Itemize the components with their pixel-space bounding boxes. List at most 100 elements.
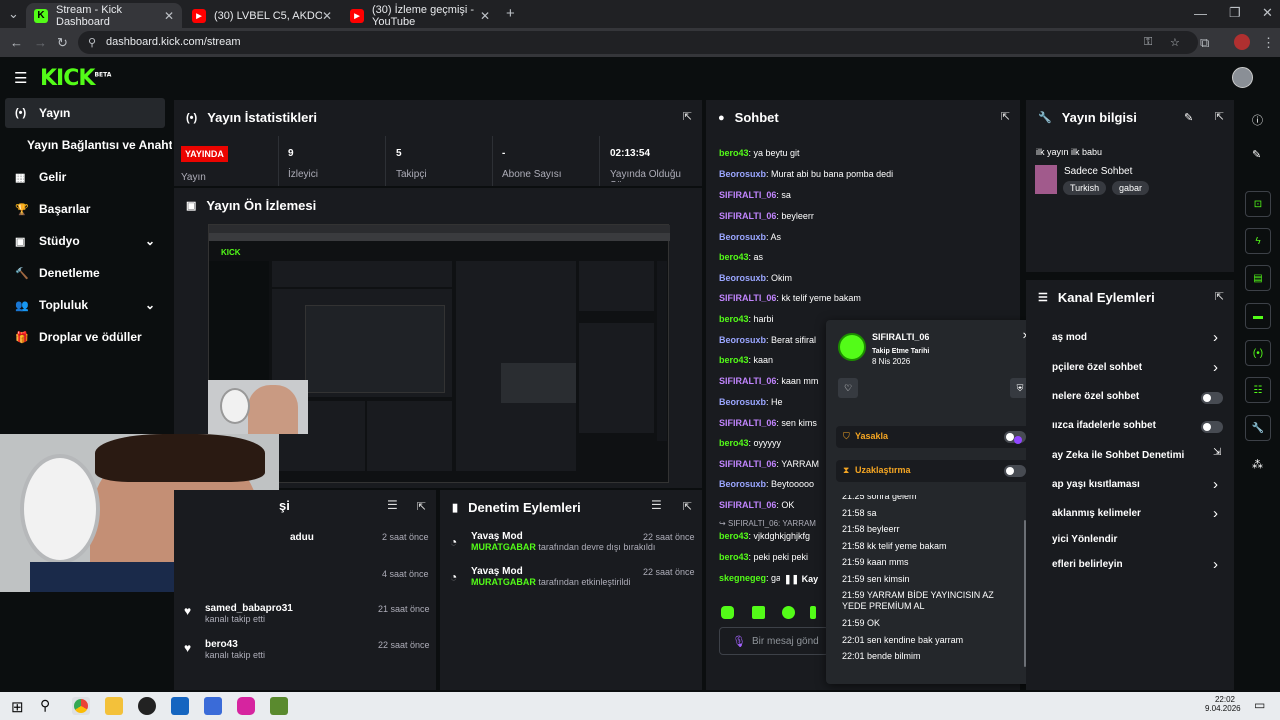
search-icon[interactable]: ⚲ — [40, 697, 50, 714]
toolbar-layout-icon[interactable]: ☷ — [1245, 377, 1271, 403]
user-avatar[interactable] — [1232, 67, 1253, 88]
channel-action-item[interactable]: pçilere özel sohbet — [1052, 362, 1142, 373]
popout-icon[interactable]: ⇱ — [683, 110, 692, 123]
sidebar-item-yayin[interactable]: (•) Yayın — [5, 98, 165, 128]
app-taskbar-icon[interactable] — [204, 697, 222, 715]
forward-icon[interactable]: → — [34, 35, 47, 50]
tab-youtube-1[interactable]: ▶ (30) LVBEL C5, AKDO - PEKİ PEK ✕ — [184, 3, 340, 28]
filter-icon[interactable]: ☰ — [387, 498, 398, 512]
hamburger-menu-icon[interactable]: ☰ — [14, 69, 27, 87]
tab-search-icon[interactable]: ⌄ — [8, 6, 19, 22]
address-bar[interactable]: ⚲ dashboard.kick.com/stream ⚿ ☆ — [78, 31, 1198, 54]
toolbar-chat-icon[interactable]: ▬ — [1245, 303, 1271, 329]
chat-username[interactable]: Beorosuxb — [719, 169, 766, 179]
user-card-username[interactable]: SIFIRALTI_06 — [872, 332, 929, 342]
channel-action-item[interactable]: yici Yönlendir — [1052, 534, 1117, 545]
emote-icon[interactable] — [721, 606, 734, 619]
minecraft-icon[interactable] — [270, 697, 288, 715]
tag-chip[interactable]: gabar — [1112, 181, 1150, 195]
chat-username[interactable]: SIFIRALTI_06 — [719, 500, 776, 510]
chat-username[interactable]: Beorosuxb — [719, 397, 766, 407]
reload-icon[interactable]: ↻ — [57, 35, 68, 51]
popout-icon[interactable]: ⇱ — [417, 500, 426, 513]
sidebar-item-gelir[interactable]: ▦ Gelir — [5, 162, 165, 192]
timeout-row[interactable]: ⧗ Uzaklaştırma — [836, 460, 1031, 482]
edit-pencil-icon[interactable]: ✎ — [1252, 148, 1261, 161]
toolbar-document-icon[interactable]: ▤ — [1245, 265, 1271, 291]
toolbar-broadcast-icon[interactable]: (•) — [1245, 340, 1271, 366]
chat-username[interactable]: bero43 — [719, 148, 749, 158]
channel-action-item[interactable]: aş mod — [1052, 332, 1087, 343]
browser-menu-icon[interactable]: ⋮ — [1262, 35, 1275, 51]
chat-username[interactable]: bero43 — [719, 531, 749, 541]
tag-chip[interactable]: Turkish — [1063, 181, 1107, 195]
extensions-icon[interactable]: ⧉ — [1200, 35, 1209, 51]
chat-username[interactable]: SIFIRALTI_06 — [719, 418, 776, 428]
file-explorer-icon[interactable] — [105, 697, 123, 715]
chat-username[interactable]: bero43 — [719, 438, 749, 448]
new-tab-icon[interactable]: + — [506, 5, 515, 22]
close-icon[interactable]: ✕ — [322, 9, 332, 23]
toolbar-lightning-icon[interactable]: ϟ — [1245, 228, 1271, 254]
chat-username[interactable]: SIFIRALTI_06 — [719, 293, 776, 303]
popout-icon[interactable]: ⇱ — [1215, 110, 1224, 123]
popout-icon[interactable]: ⇱ — [683, 500, 692, 513]
sidebar-item-basarilar[interactable]: 🏆 Başarılar — [5, 194, 165, 224]
notifications-icon[interactable]: ▭ — [1254, 698, 1265, 712]
toolbar-scan-icon[interactable]: ⊡ — [1245, 191, 1271, 217]
chat-username[interactable]: SIFIRALTI_06 — [719, 376, 776, 386]
site-info-icon[interactable]: ⚲ — [88, 36, 96, 49]
restore-icon[interactable]: ❐ — [1229, 5, 1241, 21]
profile-avatar[interactable] — [1234, 34, 1250, 50]
info-icon[interactable]: ⓘ — [1252, 112, 1263, 128]
chat-username[interactable]: Beorosuxb — [719, 273, 766, 283]
emote-icon[interactable] — [810, 606, 816, 619]
chat-username[interactable]: SIFIRALTI_06 — [719, 211, 776, 221]
close-icon[interactable]: ✕ — [164, 9, 174, 23]
popout-icon[interactable]: ⇱ — [1215, 290, 1224, 303]
close-icon[interactable]: ✕ — [480, 9, 490, 23]
more-options-icon[interactable]: ⁂ — [1252, 458, 1263, 471]
bookmark-star-icon[interactable]: ☆ — [1170, 36, 1180, 49]
window-close-icon[interactable]: ✕ — [1262, 5, 1273, 21]
windows-start-icon[interactable]: ⊞ — [11, 698, 24, 716]
chat-username[interactable]: Beorosuxb — [719, 335, 766, 345]
kick-logo[interactable]: KICKBETA — [40, 66, 111, 91]
microphone-icon[interactable]: 🎙 — [732, 635, 746, 648]
chat-username[interactable]: bero43 — [719, 252, 749, 262]
chat-username[interactable]: skegnegeg — [719, 573, 766, 583]
tab-youtube-2[interactable]: ▶ (30) İzleme geçmişi - YouTube ✕ — [342, 3, 498, 28]
minimize-icon[interactable]: — — [1194, 6, 1207, 21]
channel-action-item[interactable]: nelere özel sohbet — [1052, 391, 1139, 402]
instagram-icon[interactable] — [237, 697, 255, 715]
popout-icon[interactable]: ⇱ — [1001, 110, 1010, 123]
channel-action-item[interactable]: aklanmış kelimeler — [1052, 508, 1141, 519]
channel-action-item[interactable]: ap yaşı kısıtlaması — [1052, 479, 1140, 490]
chat-username[interactable]: Beorosuxb — [719, 232, 766, 242]
store-icon[interactable] — [171, 697, 189, 715]
chat-username[interactable]: bero43 — [719, 355, 749, 365]
sidebar-item-topluluk[interactable]: 👥 Topluluk ⌄ — [5, 290, 165, 320]
channel-action-item[interactable]: ıızca ifadelerle sohbet — [1052, 420, 1156, 431]
tab-kick[interactable]: K Stream - Kick Dashboard ✕ — [26, 3, 182, 28]
chat-username[interactable]: bero43 — [719, 314, 749, 324]
follow-heart-button[interactable]: ♡ — [838, 378, 858, 398]
edit-pencil-icon[interactable]: ✎ — [1184, 111, 1193, 124]
chat-username[interactable]: Beorosuxb — [719, 479, 766, 489]
timeout-toggle[interactable] — [1004, 465, 1026, 477]
toolbar-wrench-icon[interactable]: 🔧 — [1245, 415, 1271, 441]
app-taskbar-icon[interactable] — [138, 697, 156, 715]
password-key-icon[interactable]: ⚿ — [1144, 36, 1152, 49]
channel-action-toggle[interactable] — [1201, 392, 1223, 404]
ban-row[interactable]: ⛉ Yasakla — [836, 426, 1031, 448]
channel-action-item[interactable]: efleri belirleyin — [1052, 559, 1123, 570]
chat-username[interactable]: SIFIRALTI_06 — [719, 190, 776, 200]
sidebar-item-stream-key[interactable]: Yayın Bağlantısı ve Anahtarı — [27, 130, 172, 160]
channel-action-toggle[interactable] — [1201, 421, 1223, 433]
chat-input[interactable]: 🎙 Bir mesaj gönd — [719, 627, 829, 655]
category-name[interactable]: Sadece Sohbet — [1064, 166, 1132, 177]
sidebar-item-droplar[interactable]: 🎁 Droplar ve ödüller — [5, 322, 165, 352]
back-icon[interactable]: ← — [10, 35, 23, 50]
emote-icon[interactable] — [782, 606, 795, 619]
taskbar-clock[interactable]: 22:02 9.04.2026 — [1205, 695, 1241, 713]
